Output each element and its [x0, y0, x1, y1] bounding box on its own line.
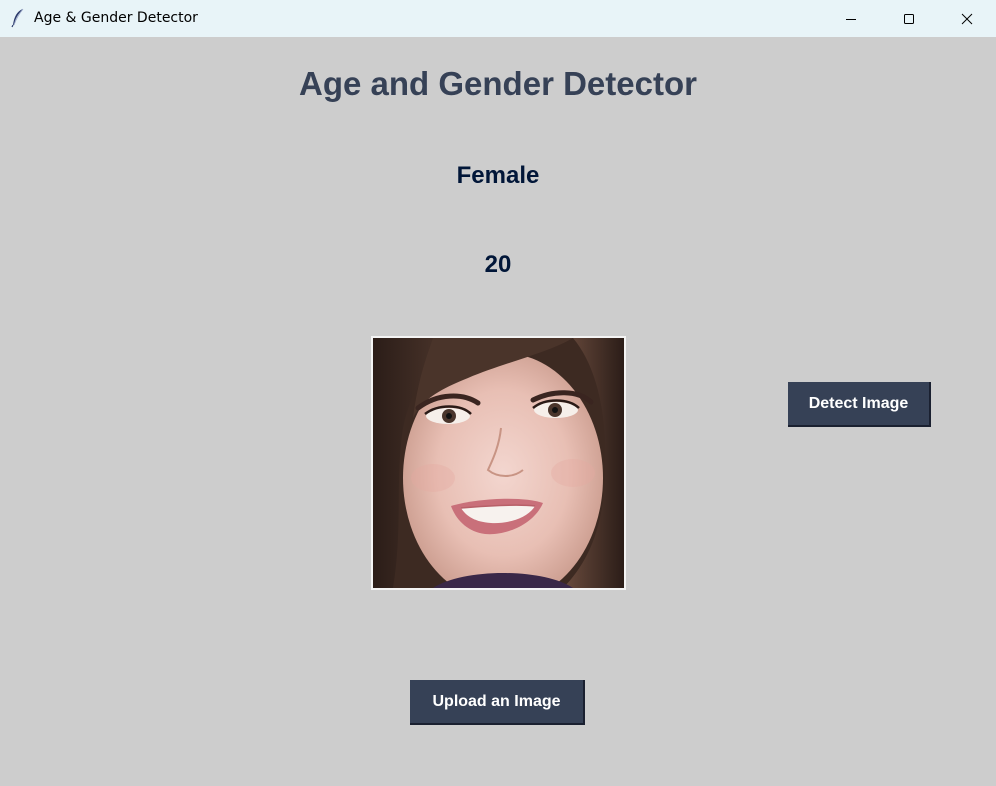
gender-result: Female [456, 162, 540, 189]
upload-image-button[interactable]: Upload an Image [410, 680, 585, 725]
window-title: Age & Gender Detector [34, 10, 198, 26]
page-title: Age and Gender Detector [299, 65, 697, 102]
app-window: Age & Gender Detector Age and Gender Det… [0, 0, 996, 786]
minimize-icon [845, 13, 857, 25]
maximize-button[interactable] [880, 0, 938, 37]
close-icon [961, 13, 973, 25]
maximize-icon [903, 13, 915, 25]
detect-image-button[interactable]: Detect Image [788, 382, 931, 427]
title-bar[interactable]: Age & Gender Detector [0, 0, 996, 37]
close-button[interactable] [938, 0, 996, 37]
main-content: Age and Gender Detector Female 20 Detect… [0, 37, 996, 786]
minimize-button[interactable] [822, 0, 880, 37]
face-photo [373, 338, 624, 588]
age-result: 20 [484, 251, 512, 278]
feather-icon [10, 8, 26, 28]
uploaded-image [371, 336, 626, 590]
